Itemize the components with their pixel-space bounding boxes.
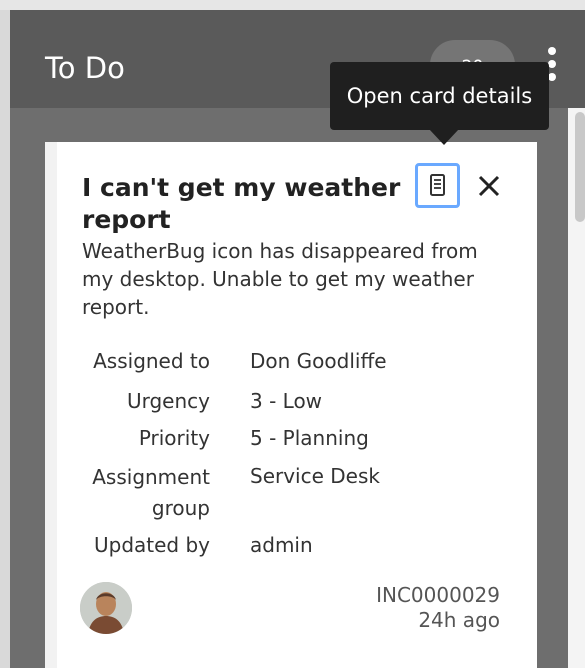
open-card-details-tooltip: Open card details bbox=[330, 62, 549, 130]
field-label-updated-by: Updated by bbox=[93, 533, 210, 557]
field-value-updated-by: admin bbox=[250, 533, 313, 557]
scrollbar[interactable] bbox=[575, 112, 585, 222]
close-icon bbox=[478, 175, 500, 197]
avatar[interactable] bbox=[80, 582, 132, 634]
field-label-urgency: Urgency bbox=[126, 389, 210, 413]
incident-number: INC0000029 bbox=[376, 583, 500, 607]
field-value-urgency: 3 - Low bbox=[250, 389, 323, 413]
document-icon bbox=[430, 174, 445, 196]
avatar-image bbox=[80, 582, 132, 634]
page-top-strip bbox=[0, 0, 585, 10]
updated-time: 24h ago bbox=[418, 608, 500, 632]
field-value-assignment-group: Service Desk bbox=[250, 464, 380, 488]
field-label-assigned-to: Assigned to bbox=[93, 349, 210, 373]
open-card-details-button[interactable] bbox=[415, 163, 460, 208]
field-value-assigned-to: Don Goodliffe bbox=[250, 349, 387, 373]
field-value-priority: 5 - Planning bbox=[250, 426, 369, 450]
tooltip-arrow bbox=[429, 129, 459, 145]
field-label-assignment-group: Assignment group bbox=[92, 465, 210, 520]
column-title: To Do bbox=[45, 51, 125, 85]
close-card-button[interactable] bbox=[472, 170, 506, 204]
card-description: WeatherBug icon has disappeared from my … bbox=[82, 239, 478, 319]
card-title: I can't get my weather report bbox=[82, 173, 401, 234]
field-label-priority: Priority bbox=[138, 426, 210, 450]
